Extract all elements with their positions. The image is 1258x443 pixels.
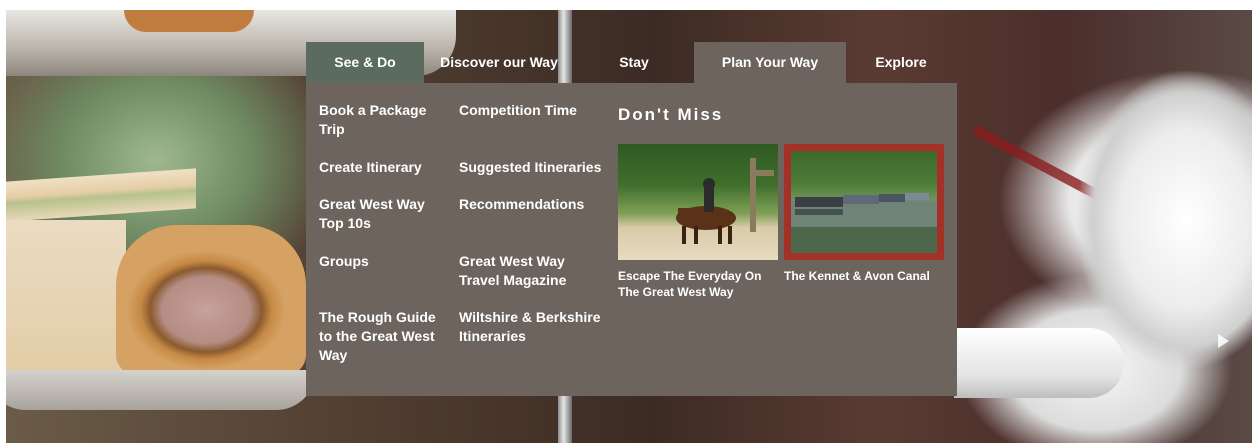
menu-link-create-itinerary[interactable]: Create Itinerary [319, 158, 449, 177]
cake-stand-plate-bottom [6, 370, 316, 410]
canal-boats-photo [784, 144, 944, 260]
dont-miss-card-title[interactable]: The Kennet & Avon Canal [784, 268, 944, 284]
dont-miss-card-title[interactable]: Escape The Everyday On The Great West Wa… [618, 268, 778, 300]
sausage-roll [116, 225, 306, 375]
menu-link-book-package-trip[interactable]: Book a Package Trip [319, 101, 449, 139]
arrow-right-icon[interactable] [1218, 334, 1229, 348]
plan-your-way-dropdown: Book a Package Trip Create Itinerary Gre… [306, 83, 957, 396]
hero-background: See & Do Discover our Way Stay Plan Your… [6, 10, 1252, 443]
menu-link-top-10s[interactable]: Great West Way Top 10s [319, 195, 449, 233]
sandwich-slice [6, 220, 126, 370]
tart-pastry [124, 10, 254, 32]
tab-discover-our-way[interactable]: Discover our Way [424, 42, 574, 83]
menu-link-rough-guide[interactable]: The Rough Guide to the Great West Way [319, 308, 449, 365]
dont-miss-card-canal[interactable]: The Kennet & Avon Canal [784, 144, 944, 284]
menu-link-suggested-itineraries[interactable]: Suggested Itineraries [459, 158, 609, 177]
menu-link-travel-magazine[interactable]: Great West Way Travel Magazine [459, 252, 609, 290]
horse-rider-photo [618, 144, 778, 260]
teapot [1066, 70, 1252, 370]
tab-stay[interactable]: Stay [574, 42, 694, 83]
dont-miss-heading: Don't Miss [618, 105, 724, 124]
tab-explore[interactable]: Explore [846, 42, 956, 83]
menu-link-recommendations[interactable]: Recommendations [459, 195, 609, 214]
sandwich-stack [6, 168, 196, 222]
menu-link-groups[interactable]: Groups [319, 252, 449, 271]
dont-miss-card-escape[interactable]: Escape The Everyday On The Great West Wa… [618, 144, 778, 300]
menu-link-competition-time[interactable]: Competition Time [459, 101, 609, 120]
tab-plan-your-way[interactable]: Plan Your Way [694, 42, 846, 83]
main-nav: See & Do Discover our Way Stay Plan Your… [306, 42, 956, 83]
tab-see-and-do[interactable]: See & Do [306, 42, 424, 83]
teapot-spout [954, 328, 1124, 398]
menu-link-wiltshire-berkshire[interactable]: Wiltshire & Berkshire Itineraries [459, 308, 609, 346]
